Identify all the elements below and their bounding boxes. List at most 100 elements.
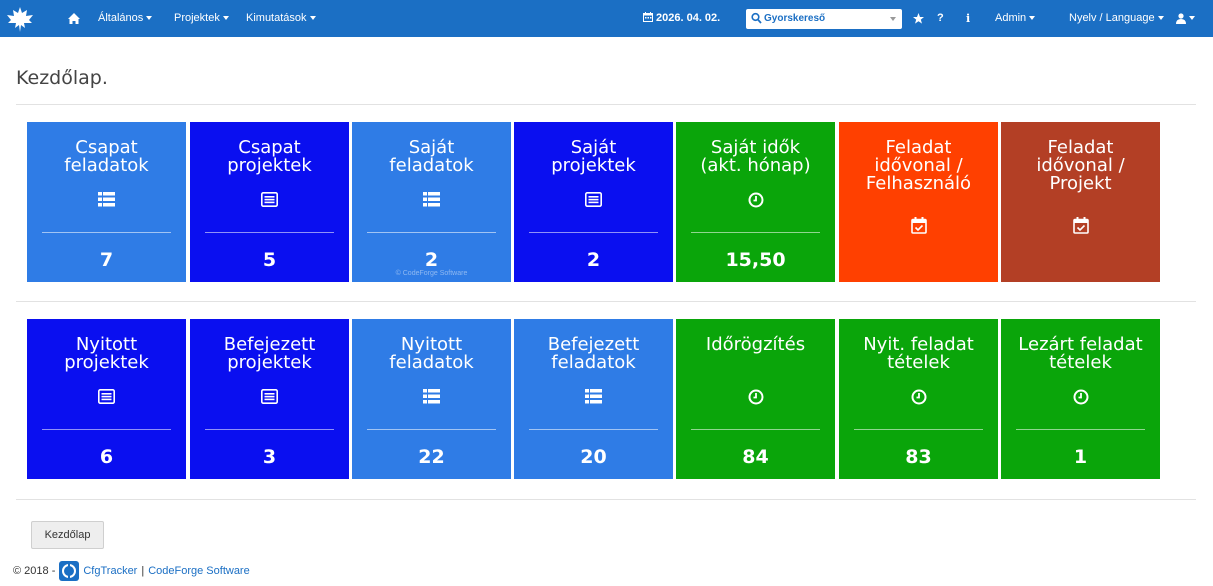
tile-value: 2 <box>586 249 601 271</box>
page: Általános Projektek Kimutatások 2026. 04… <box>0 0 1213 586</box>
tile-label: Befejezett projektek <box>223 334 316 373</box>
current-date[interactable]: 2026. 04. 02. <box>643 0 720 37</box>
tile-nyit-feladat-tetelek[interactable]: Nyit. feladat tételek 83 <box>839 319 998 479</box>
top-navbar: Általános Projektek Kimutatások 2026. 04… <box>0 0 1213 37</box>
tile-separator <box>529 232 658 233</box>
tile-separator <box>854 429 983 430</box>
list-icon <box>27 192 186 207</box>
tile-nyitott-projektek[interactable]: Nyitott projektek 6 <box>27 319 186 479</box>
calendar-check-icon <box>839 217 998 234</box>
footer-separator: | <box>141 565 145 577</box>
user-menu[interactable] <box>1176 0 1195 37</box>
chevron-down-icon <box>1157 16 1164 21</box>
tile-label: Nyitott projektek <box>64 334 149 373</box>
list-icon <box>514 389 673 404</box>
tile-label: Nyitott feladatok <box>389 334 474 373</box>
search-dropdown-icon[interactable] <box>890 17 896 21</box>
tile-befejezett-projektek[interactable]: Befejezett projektek 3 <box>190 319 349 479</box>
tile-label: Saját feladatok <box>389 137 474 176</box>
tile-feladat-idovonal-felhasznalo[interactable]: Feladat idővonal / Felhasználó <box>839 122 998 282</box>
list-alt-icon <box>190 192 349 207</box>
tile-value: 83 <box>905 446 932 468</box>
list-alt-icon <box>514 192 673 207</box>
clock-icon <box>839 389 998 405</box>
tile-separator <box>205 429 334 430</box>
tile-csapat-projektek[interactable]: Csapat projektek 5 <box>190 122 349 282</box>
list-icon <box>352 389 511 404</box>
tile-value: 1 <box>1073 446 1088 468</box>
tile-label: Befejezett feladatok <box>547 334 640 373</box>
page-title: Kezdőlap. <box>16 67 108 89</box>
chevron-down-icon <box>222 16 229 21</box>
tile-separator <box>42 232 171 233</box>
tile-feladat-idovonal-projekt[interactable]: Feladat idővonal / Projekt <box>1001 122 1160 282</box>
tile-label: Saját idők (akt. hónap) <box>700 137 811 176</box>
tile-separator <box>367 429 496 430</box>
divider <box>16 301 1196 302</box>
tile-sajat-feladatok[interactable]: Saját feladatok 2 © CodeForge Software <box>352 122 511 282</box>
tile-value: 5 <box>262 249 277 271</box>
tile-csapat-feladatok[interactable]: Csapat feladatok 7 <box>27 122 186 282</box>
calendar-check-icon <box>1001 217 1160 234</box>
help-button[interactable]: ? <box>937 0 944 37</box>
menu-altalanos[interactable]: Általános <box>98 0 153 37</box>
tile-separator <box>691 232 820 233</box>
clock-icon <box>1001 389 1160 405</box>
menu-projektek[interactable]: Projektek <box>174 0 229 37</box>
tile-sajat-projektek[interactable]: Saját projektek 2 <box>514 122 673 282</box>
tile-sajat-idok[interactable]: Saját idők (akt. hónap) 15,50 <box>676 122 835 282</box>
tile-value: 15,50 <box>725 249 786 271</box>
divider <box>16 104 1196 105</box>
search-icon <box>751 12 762 24</box>
tile-nyitott-feladatok[interactable]: Nyitott feladatok 22 <box>352 319 511 479</box>
tile-label: Csapat projektek <box>227 137 312 176</box>
tile-separator <box>1016 429 1145 430</box>
cfgtracker-logo <box>59 561 80 581</box>
clock-icon <box>676 192 835 208</box>
menu-kimutatasok[interactable]: Kimutatások <box>246 0 316 37</box>
tile-label: Csapat feladatok <box>64 137 149 176</box>
tile-idorogzites[interactable]: Időrögzítés 84 <box>676 319 835 479</box>
menu-admin[interactable]: Admin <box>995 0 1036 37</box>
copyright-text: © 2018 - <box>13 565 56 577</box>
tile-label: Időrögzítés <box>705 334 806 355</box>
list-icon <box>352 192 511 207</box>
tile-value: 20 <box>580 446 607 468</box>
app-link[interactable]: CfgTracker <box>83 565 137 577</box>
chevron-down-icon <box>146 16 153 21</box>
tile-separator <box>42 429 171 430</box>
star-icon[interactable] <box>913 0 924 37</box>
tile-value: 6 <box>99 446 114 468</box>
chevron-down-icon <box>1029 16 1036 21</box>
tile-separator <box>529 429 658 430</box>
tile-value: 84 <box>742 446 769 468</box>
clock-icon <box>676 389 835 405</box>
list-alt-icon <box>27 389 186 404</box>
tile-label: Nyit. feladat tételek <box>863 334 974 373</box>
tile-value: 22 <box>418 446 445 468</box>
user-icon <box>1176 12 1186 24</box>
tile-label: Feladat idővonal / Projekt <box>1036 137 1125 194</box>
tile-label: Saját projektek <box>551 137 636 176</box>
info-button[interactable]: i <box>966 0 970 37</box>
search-placeholder: Gyorskereső <box>764 13 826 24</box>
company-link[interactable]: CodeForge Software <box>148 565 250 577</box>
maple-leaf-logo[interactable] <box>5 5 35 33</box>
tile-lezart-feladat-tetelek[interactable]: Lezárt feladat tételek 1 <box>1001 319 1160 479</box>
tile-label: Feladat idővonal / Felhasználó <box>865 137 972 194</box>
tile-value: 3 <box>262 446 277 468</box>
list-alt-icon <box>190 389 349 404</box>
tile-value: 7 <box>99 249 114 271</box>
calendar-icon <box>643 12 653 22</box>
footer: © 2018 - CfgTracker | CodeForge Software <box>13 560 250 582</box>
quick-search-input[interactable]: Gyorskereső <box>746 9 902 29</box>
tile-separator <box>367 232 496 233</box>
tile-separator <box>205 232 334 233</box>
watermark: © CodeForge Software <box>395 270 468 277</box>
tile-value: 2 <box>424 249 439 271</box>
tile-label: Lezárt feladat tételek <box>1018 334 1143 373</box>
menu-language[interactable]: Nyelv / Language <box>1069 0 1164 37</box>
tile-befejezett-feladatok[interactable]: Befejezett feladatok 20 <box>514 319 673 479</box>
home-button[interactable]: Kezdőlap <box>31 521 104 549</box>
home-icon[interactable] <box>68 0 80 37</box>
